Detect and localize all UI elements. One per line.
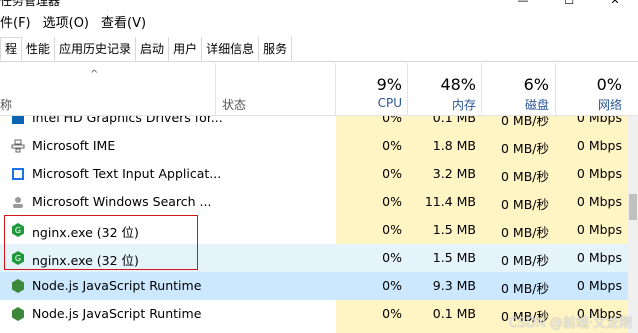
network-cell: 0 Mbps bbox=[576, 166, 622, 181]
window-controls: — ☐ ✕ bbox=[500, 0, 638, 8]
table-row[interactable]: Microsoft Windows Search ... 0% 11.4 MB … bbox=[0, 188, 628, 216]
cpu-cell: 0% bbox=[382, 222, 402, 237]
menu-file[interactable]: 件(F) bbox=[0, 14, 37, 34]
column-name[interactable]: 称 bbox=[0, 96, 12, 113]
tab-processes[interactable]: 程 bbox=[0, 37, 23, 61]
cpu-total[interactable]: 9% bbox=[338, 75, 402, 94]
ime-icon bbox=[11, 139, 25, 153]
cpu-cell: 0% bbox=[382, 278, 402, 293]
disk-cell: 0 MB/秒 bbox=[501, 225, 549, 240]
search-user-icon bbox=[13, 197, 23, 208]
network-total[interactable]: 0% bbox=[558, 75, 622, 94]
maximize-button[interactable]: ☐ bbox=[546, 0, 592, 8]
memory-cell: 1.5 MB bbox=[432, 222, 476, 237]
memory-cell: 3.2 MB bbox=[432, 166, 476, 181]
process-name: Node.js JavaScript Runtime bbox=[32, 278, 202, 293]
memory-cell: 11.4 MB bbox=[424, 194, 476, 209]
cpu-cell: 0% bbox=[382, 116, 402, 125]
process-name: Microsoft Text Input Applicat... bbox=[32, 166, 222, 181]
scrollbar-thumb[interactable] bbox=[629, 194, 637, 220]
memory-cell: 1.5 MB bbox=[432, 250, 476, 265]
close-button[interactable]: ✕ bbox=[592, 0, 638, 8]
tab-app-history[interactable]: 应用历史记录 bbox=[55, 37, 137, 61]
network-cell: 0 Mbps bbox=[576, 250, 622, 265]
disk-cell: 0 MB/秒 bbox=[501, 253, 549, 268]
tab-users[interactable]: 用户 bbox=[169, 37, 203, 61]
disk-cell: 0 MB/秒 bbox=[501, 141, 549, 156]
process-name: Intel HD Graphics Drivers for... bbox=[32, 116, 223, 125]
tab-services[interactable]: 服务 bbox=[259, 37, 293, 61]
memory-cell: 0.1 MB bbox=[432, 306, 476, 321]
tab-startup[interactable]: 启动 bbox=[136, 37, 170, 61]
table-row[interactable]: Node.js JavaScript Runtime 0% 9.3 MB 0 M… bbox=[0, 272, 628, 300]
sort-up-icon[interactable]: ^ bbox=[90, 69, 98, 80]
network-cell: 0 Mbps bbox=[576, 194, 622, 209]
disk-cell: 0 MB/秒 bbox=[501, 116, 549, 128]
process-name: Microsoft Windows Search ... bbox=[32, 194, 212, 209]
cpu-cell: 0% bbox=[382, 306, 402, 321]
tab-details[interactable]: 详细信息 bbox=[202, 37, 260, 61]
memory-label[interactable]: 内存 bbox=[410, 96, 476, 113]
menu-options[interactable]: 选项(O) bbox=[37, 14, 95, 34]
process-name: Node.js JavaScript Runtime bbox=[32, 306, 202, 321]
nodejs-icon bbox=[12, 307, 24, 321]
network-cell: 0 Mbps bbox=[576, 116, 622, 125]
column-header: ^ 称 状态 9% CPU 48% 内存 6% 磁盘 0% 网络 bbox=[0, 63, 638, 116]
window-title: 任务管理器 bbox=[0, 0, 61, 8]
network-cell: 0 Mbps bbox=[576, 222, 622, 237]
network-cell: 0 Mbps bbox=[576, 138, 622, 153]
nodejs-icon bbox=[12, 279, 24, 293]
menu-view[interactable]: 查看(V) bbox=[95, 14, 152, 34]
memory-cell: 1.8 MB bbox=[432, 138, 476, 153]
memory-total[interactable]: 48% bbox=[410, 75, 476, 94]
disk-cell: 0 MB/秒 bbox=[501, 169, 549, 184]
app-icon bbox=[12, 168, 24, 180]
network-cell: 0 Mbps bbox=[576, 278, 622, 293]
memory-cell: 0.1 MB bbox=[432, 116, 476, 125]
tab-performance[interactable]: 性能 bbox=[22, 37, 56, 61]
highlight-box bbox=[4, 215, 198, 270]
cpu-cell: 0% bbox=[382, 166, 402, 181]
menu-bar: 件(F) 选项(O) 查看(V) bbox=[0, 14, 152, 34]
disk-cell: 0 MB/秒 bbox=[501, 197, 549, 212]
tab-bar: 程 性能 应用历史记录 启动 用户 详细信息 服务 bbox=[0, 37, 638, 62]
process-name: Microsoft IME bbox=[32, 138, 116, 153]
minimize-button[interactable]: — bbox=[500, 0, 546, 8]
disk-cell: 0 MB/秒 bbox=[501, 281, 549, 296]
watermark: CSDN @前端·文龙刚 bbox=[508, 316, 632, 331]
disk-label[interactable]: 磁盘 bbox=[484, 96, 549, 113]
intel-icon bbox=[12, 116, 24, 124]
cpu-label[interactable]: CPU bbox=[338, 96, 402, 110]
cpu-cell: 0% bbox=[382, 138, 402, 153]
memory-cell: 9.3 MB bbox=[432, 278, 476, 293]
table-row[interactable]: Microsoft Text Input Applicat... 0% 3.2 … bbox=[0, 160, 628, 188]
cpu-cell: 0% bbox=[382, 250, 402, 265]
table-row[interactable]: Microsoft IME 0% 1.8 MB 0 MB/秒 0 Mbps bbox=[0, 132, 628, 160]
vertical-scrollbar[interactable] bbox=[628, 116, 638, 333]
cpu-cell: 0% bbox=[382, 194, 402, 209]
disk-total[interactable]: 6% bbox=[484, 75, 549, 94]
table-row[interactable]: Intel HD Graphics Drivers for... 0% 0.1 … bbox=[0, 116, 628, 132]
network-label[interactable]: 网络 bbox=[558, 96, 622, 113]
column-status[interactable]: 状态 bbox=[222, 96, 246, 113]
